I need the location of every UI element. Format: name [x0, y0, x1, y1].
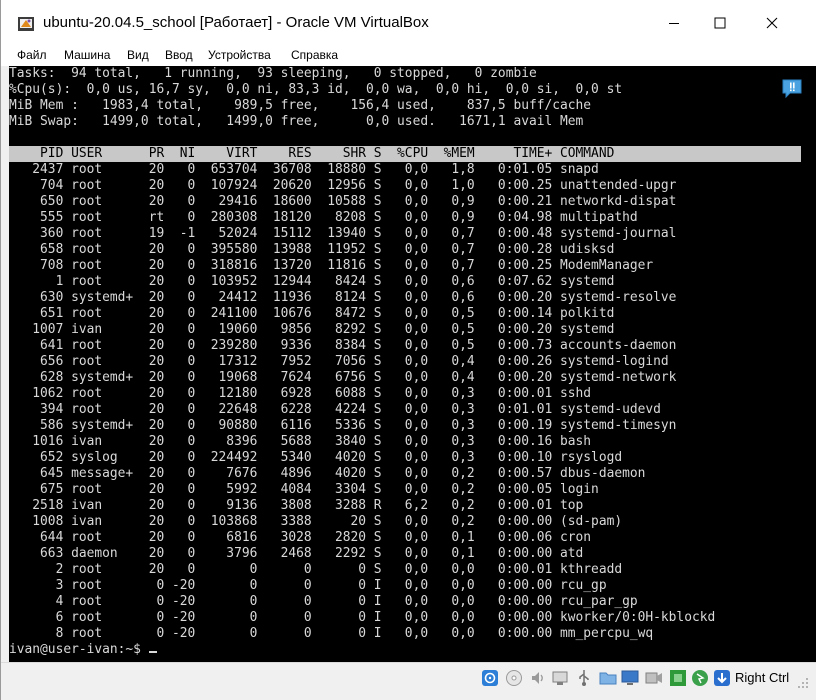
- process-row: 8 root 0 -20 0 0 0 I 0,0 0,0 0:00.00 mm_…: [9, 626, 654, 641]
- top-summary-swap: MiB Swap: 1499,0 total, 1499,0 free, 0,0…: [9, 114, 584, 129]
- process-row: 645 message+ 20 0 7676 4896 4020 S 0,0 0…: [9, 466, 646, 481]
- process-row: 1008 ivan 20 0 103868 3388 20 S 0,0 0,2 …: [9, 514, 623, 529]
- process-row: 656 root 20 0 17312 7952 7056 S 0,0 0,4 …: [9, 354, 669, 369]
- shared-folders-icon[interactable]: [599, 669, 617, 687]
- title-bar[interactable]: ubuntu-20.04.5_school [Работает] - Oracl…: [1, 0, 816, 46]
- optical-drive-icon[interactable]: [505, 669, 523, 687]
- process-row: 641 root 20 0 239280 9336 8384 S 0,0 0,5…: [9, 338, 677, 353]
- top-summary-mem: MiB Mem : 1983,4 total, 989,5 free, 156,…: [9, 98, 592, 113]
- host-key-label: Right Ctrl: [735, 670, 790, 685]
- maximize-icon: [714, 17, 726, 29]
- virtualbox-app-icon: [18, 17, 34, 31]
- network-icon[interactable]: [551, 669, 569, 687]
- menu-bar: Файл Машина Вид Ввод Устройства Справка: [1, 46, 816, 66]
- process-row: 708 root 20 0 318816 13720 11816 S 0,0 0…: [9, 258, 654, 273]
- shell-prompt: ivan@user-ivan:~$: [9, 642, 149, 657]
- menu-machine[interactable]: Машина: [64, 48, 110, 62]
- process-row: 652 syslog 20 0 224492 5340 4020 S 0,0 0…: [9, 450, 623, 465]
- top-summary-cpu: %Cpu(s): 0,0 us, 16,7 sy, 0,0 ni, 83,3 i…: [9, 82, 623, 97]
- minimize-icon: [669, 23, 679, 24]
- maximize-button[interactable]: [697, 0, 743, 46]
- process-row: 2518 ivan 20 0 9136 3808 3288 R 6,2 0,2 …: [9, 498, 584, 513]
- process-row: 586 systemd+ 20 0 90880 6116 5336 S 0,0 …: [9, 418, 677, 433]
- process-row: 6 root 0 -20 0 0 0 I 0,0 0,0 0:00.00 kwo…: [9, 610, 716, 625]
- minimize-button[interactable]: [651, 0, 697, 46]
- status-bar: Right Ctrl: [1, 662, 816, 700]
- process-row: 704 root 20 0 107924 20620 12956 S 0,0 1…: [9, 178, 677, 193]
- menu-help[interactable]: Справка: [291, 48, 338, 62]
- vm-screen-terminal[interactable]: Tasks: 94 total, 1 running, 93 sleeping,…: [9, 66, 816, 662]
- cpu-icon[interactable]: [669, 669, 687, 687]
- process-row: 644 root 20 0 6816 3028 2820 S 0,0 0,1 0…: [9, 530, 592, 545]
- close-icon: [766, 17, 778, 29]
- process-row: 650 root 20 0 29416 18600 10588 S 0,0 0,…: [9, 194, 677, 209]
- process-row: 675 root 20 0 5992 4084 3304 S 0,0 0,2 0…: [9, 482, 599, 497]
- close-button[interactable]: [749, 0, 795, 46]
- process-row: 555 root rt 0 280308 18120 8208 S 0,0 0,…: [9, 210, 638, 225]
- window-title: ubuntu-20.04.5_school [Работает] - Oracl…: [43, 14, 429, 31]
- mouse-integration-icon[interactable]: [691, 669, 709, 687]
- process-row: 360 root 19 -1 52024 15112 13940 S 0,0 0…: [9, 226, 677, 241]
- process-row: 628 systemd+ 20 0 19068 7624 6756 S 0,0 …: [9, 370, 677, 385]
- process-row: 2437 root 20 0 653704 36708 18880 S 0,0 …: [9, 162, 599, 177]
- notification-icon[interactable]: [781, 78, 803, 100]
- process-row: 4 root 0 -20 0 0 0 I 0,0 0,0 0:00.00 rcu…: [9, 594, 638, 609]
- virtualbox-window: ubuntu-20.04.5_school [Работает] - Oracl…: [0, 0, 816, 700]
- shell-prompt-line: ivan@user-ivan:~$: [9, 642, 157, 658]
- hard-disk-icon[interactable]: [481, 669, 499, 687]
- menu-file[interactable]: Файл: [17, 48, 47, 62]
- audio-icon[interactable]: [529, 669, 547, 687]
- process-row: 394 root 20 0 22648 6228 4224 S 0,0 0,3 …: [9, 402, 661, 417]
- menu-view[interactable]: Вид: [127, 48, 149, 62]
- process-row: 630 systemd+ 20 0 24412 11936 8124 S 0,0…: [9, 290, 677, 305]
- process-row: 651 root 20 0 241100 10676 8472 S 0,0 0,…: [9, 306, 615, 321]
- process-row: 2 root 20 0 0 0 0 S 0,0 0,0 0:00.01 kthr…: [9, 562, 623, 577]
- text-cursor: [148, 651, 157, 653]
- video-capture-icon[interactable]: [645, 669, 663, 687]
- process-row: 1062 root 20 0 12180 6928 6088 S 0,0 0,3…: [9, 386, 592, 401]
- process-row: 3 root 0 -20 0 0 0 I 0,0 0,0 0:00.00 rcu…: [9, 578, 607, 593]
- top-summary-tasks: Tasks: 94 total, 1 running, 93 sleeping,…: [9, 66, 537, 81]
- usb-icon[interactable]: [575, 669, 593, 687]
- process-row: 1016 ivan 20 0 8396 5688 3840 S 0,0 0,3 …: [9, 434, 592, 449]
- resize-grip-icon[interactable]: [797, 677, 809, 689]
- process-row: 663 daemon 20 0 3796 2468 2292 S 0,0 0,1…: [9, 546, 584, 561]
- process-row: 1 root 20 0 103952 12944 8424 S 0,0 0,6 …: [9, 274, 615, 289]
- menu-input[interactable]: Ввод: [165, 48, 193, 62]
- process-row: 1007 ivan 20 0 19060 9856 8292 S 0,0 0,5…: [9, 322, 615, 337]
- process-row: 658 root 20 0 395580 13988 11952 S 0,0 0…: [9, 242, 615, 257]
- keyboard-capture-icon[interactable]: [713, 669, 731, 687]
- display-icon[interactable]: [621, 669, 639, 687]
- menu-devices[interactable]: Устройства: [208, 48, 271, 62]
- process-table-header: PID USER PR NI VIRT RES SHR S %CPU %MEM …: [9, 146, 801, 162]
